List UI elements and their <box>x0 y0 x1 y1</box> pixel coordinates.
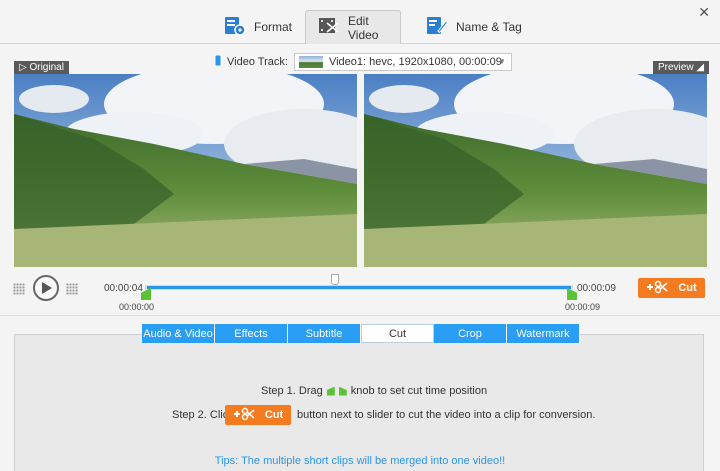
step1-text-a: Step 1. Drag <box>261 385 323 397</box>
name-tag-icon <box>426 16 449 39</box>
tab-format[interactable]: Format <box>212 10 304 44</box>
cut-button-label: Cut <box>678 282 697 294</box>
preview-label: Preview ◢ <box>653 61 710 74</box>
top-tab-bar: Format Edit Video Name & Tag ✕ <box>0 0 720 44</box>
knob-right-icon <box>338 386 347 396</box>
step1-instruction: Step 1. Drag knob to set cut time positi… <box>261 385 487 397</box>
knob-left-icon <box>326 386 335 396</box>
step2-text-b: button next to slider to cut the video i… <box>297 409 596 421</box>
tab-subtitle[interactable]: Subtitle <box>288 324 361 343</box>
start-time: 00:00:00 <box>119 302 155 312</box>
tab-name-tag[interactable]: Name & Tag <box>414 10 534 44</box>
play-button[interactable] <box>33 275 59 301</box>
tips-text: Tips: The multiple short clips will be m… <box>214 455 506 467</box>
cut-example-label: Cut <box>264 409 284 421</box>
video-track-row: Video Track: Video1: hevc, 1920x1080, 00… <box>215 53 512 71</box>
video-track-icon <box>215 55 221 69</box>
tab-edit-video[interactable]: Edit Video <box>305 10 401 44</box>
cut-button[interactable]: Cut <box>638 278 705 298</box>
video-track-value: Video1: hevc, 1920x1080, 00:00:09 <box>328 56 502 68</box>
grip-left-icon <box>13 283 25 295</box>
tab-audio-video[interactable]: Audio & Video <box>142 324 215 343</box>
scissors-icon <box>233 407 255 424</box>
original-label: ▷ Original <box>14 61 69 74</box>
playhead-marker[interactable] <box>331 274 339 285</box>
current-time: 00:00:04 <box>104 283 143 294</box>
end-time: 00:00:09 <box>577 283 616 294</box>
scissors-icon <box>646 280 668 297</box>
play-icon <box>42 282 52 294</box>
preview-video <box>364 74 707 267</box>
edit-panel: Tips: The multiple short clips will be m… <box>14 334 704 471</box>
format-icon <box>224 16 246 39</box>
original-video <box>14 74 357 267</box>
edit-tabs: Audio & Video Effects Subtitle Cut Crop … <box>142 324 580 343</box>
chevron-down-icon: ▼ <box>498 57 506 66</box>
step1-text-b: knob to set cut time position <box>350 385 488 397</box>
tab-edit-video-label: Edit Video <box>348 13 379 42</box>
video-thumbnail <box>298 56 323 68</box>
edit-video-icon <box>318 16 340 39</box>
video-track-select[interactable]: Video1: hevc, 1920x1080, 00:00:09 ▼ <box>293 53 512 71</box>
tab-watermark[interactable]: Watermark <box>507 324 580 343</box>
tab-name-tag-label: Name & Tag <box>456 20 522 34</box>
cut-example-button: Cut <box>225 405 291 425</box>
tab-cut[interactable]: Cut <box>361 324 434 343</box>
divider <box>0 315 720 316</box>
close-icon[interactable]: ✕ <box>698 4 710 21</box>
timeline-selection <box>147 286 571 289</box>
grip-right-icon <box>66 283 78 295</box>
end-time-below: 00:00:09 <box>565 302 601 312</box>
tab-effects[interactable]: Effects <box>215 324 288 343</box>
tab-format-label: Format <box>254 20 293 34</box>
video-track-label: Video Track: <box>227 56 288 68</box>
tab-crop[interactable]: Crop <box>434 324 507 343</box>
